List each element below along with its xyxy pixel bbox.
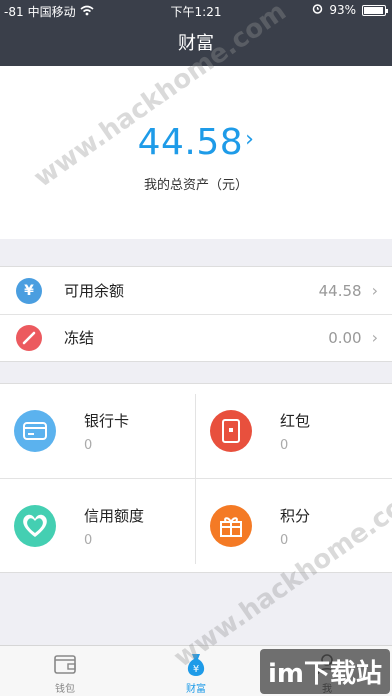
available-balance-value: 44.58 <box>318 281 362 300</box>
bank-card-count: 0 <box>84 438 93 453</box>
status-bar: -81 中国移动 下午1:21 93% <box>0 0 392 22</box>
credit-limit-cell[interactable]: 信用额度 0 <box>0 479 196 573</box>
battery-percent: 93% <box>329 3 356 17</box>
total-assets-label: 我的总资产（元） <box>143 178 248 193</box>
tab-wealth-label: 财富 <box>186 684 206 695</box>
tab-wealth[interactable]: ¥ 财富 <box>131 646 261 696</box>
wallet-icon <box>53 652 77 680</box>
chevron-right-icon: › <box>371 281 378 300</box>
bank-card-title: 银行卡 <box>84 412 130 430</box>
available-balance-row[interactable]: ¥ 可用余额 44.58 › <box>0 267 392 314</box>
yen-icon: ¥ <box>16 277 42 304</box>
chevron-right-icon: › <box>245 127 255 152</box>
tab-wallet[interactable]: 钱包 <box>0 646 130 696</box>
total-assets-amount[interactable]: 44.58› <box>0 122 392 163</box>
points-value: 0 <box>280 533 289 548</box>
credit-heart-icon <box>14 505 56 547</box>
site-logo: im下载站 <box>259 649 390 694</box>
page-title: 财富 <box>178 33 214 54</box>
red-packet-icon <box>210 410 252 452</box>
total-assets-value: 44.58 <box>137 122 244 163</box>
money-bag-icon: ¥ <box>184 652 208 682</box>
gift-icon <box>210 505 252 547</box>
frozen-balance-value: 0.00 <box>328 328 362 347</box>
red-packet-title: 红包 <box>280 412 311 430</box>
total-assets-panel[interactable]: 44.58› 我的总资产（元） <box>0 66 392 239</box>
frozen-icon <box>16 324 42 351</box>
points-cell[interactable]: 积分 0 <box>196 479 392 573</box>
balance-list: ¥ 可用余额 44.58 › 冻结 0.00 › <box>0 266 392 362</box>
svg-text:¥: ¥ <box>193 664 199 675</box>
credit-limit-title: 信用额度 <box>84 507 145 525</box>
credit-limit-value: 0 <box>84 533 93 548</box>
battery-icon <box>362 4 388 16</box>
available-balance-title: 可用余额 <box>64 282 125 300</box>
tab-wallet-label: 钱包 <box>55 684 75 695</box>
frozen-balance-title: 冻结 <box>64 329 95 347</box>
alarm-icon <box>312 3 323 17</box>
points-title: 积分 <box>280 507 311 525</box>
asset-grid: 银行卡 0 红包 0 信用额度 0 积分 0 <box>0 383 392 573</box>
chevron-right-icon: › <box>371 328 378 347</box>
frozen-balance-row[interactable]: 冻结 0.00 › <box>0 314 392 361</box>
bank-card-icon <box>14 410 56 452</box>
bank-card-cell[interactable]: 银行卡 0 <box>0 384 196 478</box>
nav-bar: 财富 <box>0 22 392 66</box>
red-packet-cell[interactable]: 红包 0 <box>196 384 392 478</box>
red-packet-count: 0 <box>280 438 289 453</box>
